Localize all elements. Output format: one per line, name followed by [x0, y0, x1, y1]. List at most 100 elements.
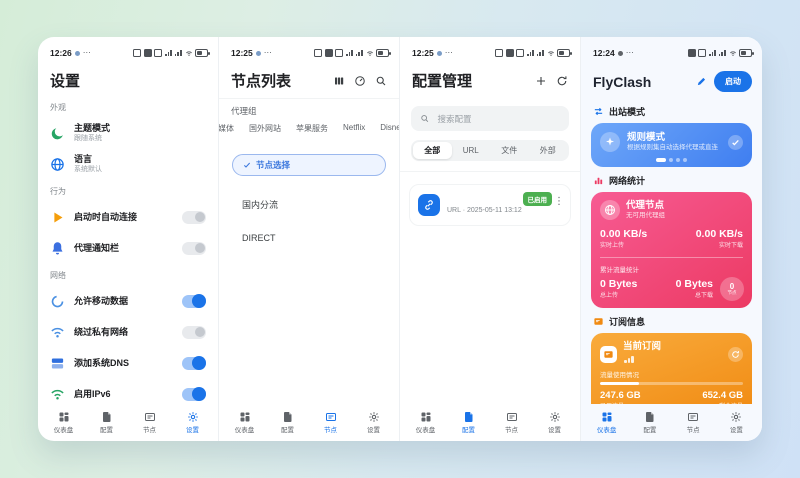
nav-dashboard[interactable]: 仪表盘 [47, 411, 81, 435]
item-menu-icon[interactable]: ⋮ [554, 198, 564, 206]
setting-system-dns[interactable]: 添加系统DNS [38, 352, 218, 374]
nav-dashboard[interactable]: 仪表盘 [409, 411, 443, 435]
page-title: 配置管理 [412, 70, 472, 91]
upload-total-label: 总上传 [600, 290, 637, 299]
signal-icon [527, 50, 534, 57]
group-tab[interactable]: 国外网站 [249, 123, 281, 134]
search-box[interactable] [411, 106, 569, 131]
section-subscription: 订阅信息 [581, 308, 762, 333]
nav-label: 配置 [462, 424, 475, 434]
download-speed: 0.00 KB/s [696, 228, 743, 240]
nfc-icon [144, 49, 152, 57]
filter-tab-external[interactable]: 外部 [529, 142, 568, 159]
search-input[interactable] [435, 113, 560, 125]
notification-toggle[interactable] [182, 242, 206, 255]
start-button[interactable]: 启动 [714, 71, 752, 92]
subscription-title: 当前订阅 [623, 341, 722, 353]
bypass-private-toggle[interactable] [182, 326, 206, 339]
group-tab[interactable]: 苹果服务 [296, 123, 328, 134]
screenshot-stage: 12:26 ⋯ 设置 外观 主题模式 [0, 0, 800, 478]
dashboard-icon [58, 411, 70, 423]
add-config-icon[interactable] [535, 75, 547, 87]
ipv6-toggle[interactable] [182, 388, 206, 401]
group-item[interactable]: DIRECT [219, 233, 399, 243]
config-item[interactable]: URL · 2025-05-11 13:12 已启用 ⋮ [409, 184, 571, 226]
nav-node[interactable]: 节点 [133, 411, 167, 435]
nav-node[interactable]: 节点 [495, 411, 529, 435]
hd-icon [314, 49, 322, 57]
wifi-status-icon [366, 50, 374, 57]
nfc-icon [325, 49, 333, 57]
nav-label: 节点 [324, 424, 337, 434]
dashboard-icon [601, 411, 613, 423]
nav-config[interactable]: 配置 [90, 411, 124, 435]
status-bar: 12:25 ⋯ [400, 37, 580, 61]
refresh-circle-icon[interactable] [728, 347, 743, 362]
proxy-globe-icon [600, 200, 620, 220]
filter-tab-all[interactable]: 全部 [413, 142, 452, 159]
nav-label: 设置 [730, 424, 743, 434]
speed-test-icon[interactable] [354, 75, 366, 87]
nav-label: 配置 [643, 424, 656, 434]
group-tab[interactable]: Netflix [343, 123, 365, 134]
title-bar: 配置管理 [400, 61, 580, 98]
group-tab[interactable]: 流媒体 [219, 123, 234, 134]
group-item[interactable]: 国内分流 [219, 198, 399, 211]
nav-config[interactable]: 配置 [452, 411, 486, 435]
app-title: FlyClash [593, 74, 689, 90]
total-traffic-label: 累计流量统计 [600, 264, 743, 274]
volte-icon [516, 49, 524, 57]
nav-config[interactable]: 配置 [633, 411, 667, 435]
refresh-icon[interactable] [556, 75, 568, 87]
selected-group-chip[interactable]: 节点选择 [232, 154, 386, 176]
wifi-status-icon [547, 50, 555, 57]
hd-icon [495, 49, 503, 57]
download-total-label: 总下载 [676, 290, 713, 299]
nav-settings[interactable]: 设置 [357, 411, 391, 435]
nav-settings[interactable]: 设置 [538, 411, 572, 435]
setting-label: 允许移动数据 [74, 296, 182, 307]
section-network: 网络 [38, 270, 218, 281]
nav-node[interactable]: 节点 [314, 411, 348, 435]
signal2-icon [537, 50, 544, 57]
nav-node[interactable]: 节点 [676, 411, 710, 435]
dns-server-icon [50, 356, 65, 371]
wifi-icon [50, 325, 65, 340]
search-icon[interactable] [375, 75, 387, 87]
nav-label: 节点 [143, 424, 156, 434]
nav-settings[interactable]: 设置 [719, 411, 753, 435]
stats-sub: 无可用代理组 [626, 212, 665, 220]
autoconnect-toggle[interactable] [182, 211, 206, 224]
setting-autoconnect[interactable]: 启动时自动连接 [38, 206, 218, 228]
setting-theme-mode[interactable]: 主题模式 跟随系统 [38, 122, 218, 144]
nav-settings[interactable]: 设置 [176, 411, 210, 435]
nav-config[interactable]: 配置 [271, 411, 305, 435]
columns-view-icon[interactable] [333, 75, 345, 87]
filter-tab-file[interactable]: 文件 [490, 142, 529, 159]
nav-dashboard[interactable]: 仪表盘 [228, 411, 262, 435]
mobile-data-toggle[interactable] [182, 295, 206, 308]
signal-icon [709, 50, 716, 57]
setting-ipv6[interactable]: 启用IPv6 [38, 383, 218, 405]
page-title: 节点列表 [231, 70, 291, 91]
setting-bypass-private[interactable]: 绕过私有网络 [38, 321, 218, 343]
stats-card[interactable]: 代理节点 无可用代理组 0.00 KB/s 实时上传 0.00 KB/s 实时下… [591, 192, 752, 308]
settings-screen: 12:26 ⋯ 设置 外观 主题模式 [38, 37, 219, 441]
status-bar: 12:24 ⋯ [581, 37, 762, 61]
group-tab[interactable]: Disney [380, 123, 399, 134]
nav-dashboard[interactable]: 仪表盘 [590, 411, 624, 435]
nfc-icon [688, 49, 696, 57]
setting-mobile-data[interactable]: 允许移动数据 [38, 290, 218, 312]
setting-notification[interactable]: 代理通知栏 [38, 237, 218, 259]
filter-tab-url[interactable]: URL [452, 142, 491, 159]
setting-language[interactable]: 语言 系统默认 [38, 153, 218, 175]
nav-label: 配置 [100, 424, 113, 434]
mode-card[interactable]: 规则模式 根据规则集自动选择代理或直连 [591, 123, 752, 167]
page-title: 设置 [38, 61, 218, 91]
setting-label: 主题模式 [74, 123, 206, 134]
node-list-icon [506, 411, 518, 423]
edit-pencil-icon[interactable] [696, 76, 707, 87]
usage-progress-bar [600, 382, 743, 385]
bottom-nav: 仪表盘 配置 节点 设置 [219, 404, 399, 441]
system-dns-toggle[interactable] [182, 357, 206, 370]
